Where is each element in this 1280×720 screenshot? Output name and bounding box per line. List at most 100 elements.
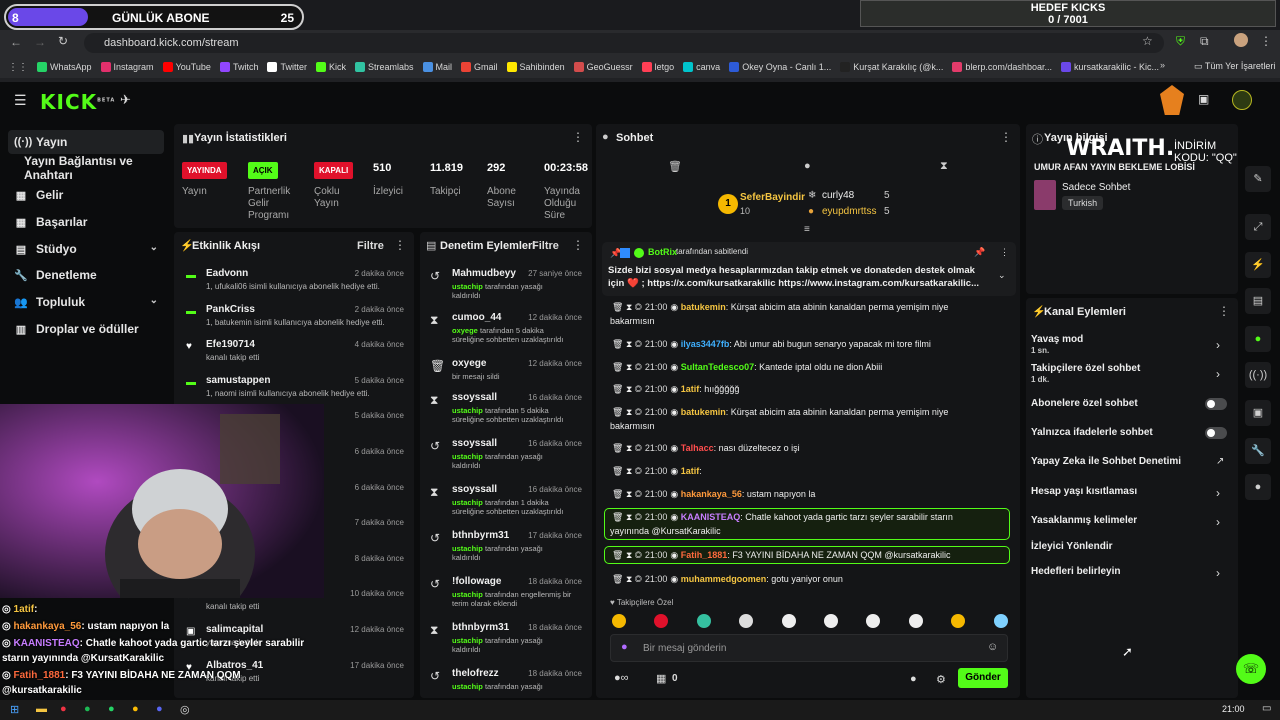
notes-icon[interactable]: ▤ xyxy=(1245,288,1271,314)
toggle-switch[interactable] xyxy=(1205,427,1227,439)
activity-filter-button[interactable]: Filtre xyxy=(357,240,384,252)
chat-user[interactable]: batukemin xyxy=(681,302,726,312)
pin-icon[interactable]: ✈ xyxy=(120,92,131,108)
chat-message[interactable]: 🗑 ⧗ ◎ 21:00 ◉ KAANISTEAQ: Chatle kahoot ya… xyxy=(612,512,953,523)
timeout-icon[interactable]: ⧗ xyxy=(626,489,635,499)
message-icon[interactable]: ● xyxy=(804,160,811,172)
bookmark-item[interactable]: Okey Oyna - Canlı 1... xyxy=(729,62,831,72)
channel-action-item[interactable]: Yapay Zeka ile Sohbet Denetimi xyxy=(1031,456,1181,467)
category-name[interactable]: Sadece Sohbet xyxy=(1062,182,1130,193)
chat-message[interactable]: 🗑 ⧗ ◎ 21:00 ◉ SultanTedesco07: Kantede ipt… xyxy=(612,362,882,373)
fullscreen-icon[interactable]: ⤢ xyxy=(1245,214,1271,240)
chat-menu-icon[interactable]: ⋮ xyxy=(1000,130,1012,144)
mic-icon[interactable]: ● xyxy=(621,641,628,653)
infinity-icon[interactable]: ●∞ xyxy=(614,672,629,684)
nav-item-2[interactable]: ▦ Gelir xyxy=(8,183,164,207)
expand-chevron-icon[interactable]: ⌄ xyxy=(998,270,1006,281)
bookmark-item[interactable]: WhatsApp xyxy=(37,62,92,72)
moderation-item[interactable]: ⧗ ssoyssall 16 dakika önce ustachip tarafın… xyxy=(420,484,590,528)
emote-icon[interactable] xyxy=(781,614,796,628)
channel-action-item[interactable]: Takipçilere özel sohbet 1 dk. xyxy=(1031,363,1140,384)
bookmark-item[interactable]: Sahibinden xyxy=(506,62,565,72)
emote-icon[interactable] xyxy=(612,614,626,628)
bookmark-item[interactable]: Kurşat Karakılıç (@k... xyxy=(840,62,943,72)
channel-action-item[interactable]: Yalnızca ifadelerle sohbet xyxy=(1031,427,1153,438)
spotify-icon[interactable]: ● xyxy=(84,703,91,715)
moderation-item[interactable]: ↺ thelofrezz 18 dakika önce ustachip tarafı… xyxy=(420,668,590,698)
broadcast-icon[interactable]: ▣ xyxy=(1198,92,1209,106)
chat-message[interactable]: 🗑 ⧗ ◎ 21:00 ◉ Fatih_1881: F3 YAYINI BİDAHA… xyxy=(612,550,951,561)
language-tag[interactable]: Turkish xyxy=(1062,196,1104,210)
moderation-filter-button[interactable]: Filtre xyxy=(532,240,559,252)
emote-icon[interactable] xyxy=(824,614,838,628)
community-icon[interactable]: ● xyxy=(1245,474,1271,500)
nav-item-3[interactable]: ▦ Başarılar xyxy=(8,210,164,234)
moderation-item[interactable]: ↺ ssoyssall 16 dakika önce ustachip tarafın… xyxy=(420,438,590,482)
discord-icon[interactable]: ● xyxy=(156,703,163,715)
timeout-icon[interactable]: ⧗ xyxy=(626,407,635,417)
channel-action-item[interactable]: Yavaş mod 1 sn. xyxy=(1031,334,1083,355)
url-field[interactable]: dashboard.kick.com/stream xyxy=(84,33,1164,53)
leader-3-name[interactable]: eyupdmrttss xyxy=(822,206,876,217)
chevron-right-icon[interactable]: › xyxy=(1216,515,1220,529)
shield-icon[interactable]: ⛨ xyxy=(1176,34,1185,49)
pinned-text[interactable]: Sizde bizi sosyal medya hesaplarımızdan … xyxy=(608,264,988,290)
bookmark-item[interactable]: Gmail xyxy=(461,62,498,72)
timeout-icon[interactable]: ⧗ xyxy=(626,362,635,372)
chat-message[interactable]: 🗑 ⧗ ◎ 21:00 ◉ hakankaya_56: ustam napıyon … xyxy=(612,489,815,500)
channel-action-item[interactable]: Yasaklanmış kelimeler xyxy=(1031,515,1137,526)
quick-actions-icon[interactable]: ⚡ xyxy=(1245,252,1271,278)
chat-user[interactable]: muhammedgoomen xyxy=(681,574,767,584)
kick-logo[interactable]: KICKBETA xyxy=(40,90,115,114)
pinned-menu-icon[interactable]: ⋮ xyxy=(1000,247,1009,258)
emoji-picker-icon[interactable]: ☺ xyxy=(987,641,998,653)
trash-icon[interactable]: 🗑 xyxy=(612,489,626,499)
external-link-icon[interactable]: ↗ xyxy=(1216,456,1224,467)
chat-message[interactable]: 🗑 ⧗ ◎ 21:00 ◉ Talhacc: nası düzeltecez o i… xyxy=(612,443,800,454)
channel-action-item[interactable]: Hedefleri belirleyin xyxy=(1031,566,1120,577)
nav-item-5[interactable]: 🔧 Denetleme xyxy=(8,263,164,287)
chrome-icon[interactable]: ● xyxy=(132,703,139,715)
chat-message[interactable]: 🗑 ⧗ ◎ 21:00 ◉ 1atif: xyxy=(612,466,702,477)
profile-avatar[interactable] xyxy=(1234,33,1248,47)
moderation-menu-icon[interactable]: ⋮ xyxy=(572,238,584,252)
chat-user[interactable]: ilyas3447fb xyxy=(681,339,730,349)
channel-action-item[interactable]: İzleyici Yönlendir xyxy=(1031,541,1113,552)
moderation-item[interactable]: ⧗ ssoyssall 16 dakika önce ustachip tarafın… xyxy=(420,392,590,436)
back-icon[interactable]: ← xyxy=(10,35,22,49)
bookmark-item[interactable]: Streamlabs xyxy=(354,62,414,72)
extensions-icon[interactable]: ⧉ xyxy=(1200,34,1209,49)
menu-icon[interactable]: ⋮ xyxy=(1260,34,1272,48)
trash-icon[interactable]: 🗑 xyxy=(612,466,626,476)
activity-item[interactable]: ▬ Eadvonn 2 dakika önce 1, ufukali06 isimli… xyxy=(174,268,410,302)
bookmark-item[interactable]: blerp.com/dashboar... xyxy=(952,62,1052,72)
hamburger-icon[interactable]: ☰ xyxy=(14,92,27,109)
chevron-right-icon[interactable]: › xyxy=(1216,367,1220,381)
bookmark-item[interactable]: letgo xyxy=(641,62,674,72)
emote-icon[interactable] xyxy=(696,614,711,628)
chat-message[interactable]: 🗑 ⧗ ◎ 21:00 ◉ batukemin: Kürşat abicim ata… xyxy=(612,407,948,418)
forward-icon[interactable]: → xyxy=(34,35,46,49)
chat-user[interactable]: Talhacc xyxy=(681,443,714,453)
nav-item-0[interactable]: ((·)) Yayın xyxy=(8,130,164,154)
trash-icon[interactable]: 🗑 xyxy=(612,339,626,349)
trash-icon[interactable]: 🗑 xyxy=(612,407,626,417)
chat-input[interactable]: ● Bir mesaj gönderin ☺ xyxy=(610,634,1008,662)
emote-icon[interactable] xyxy=(908,614,923,628)
chat-user[interactable]: Fatih_1881 xyxy=(681,550,728,560)
trash-icon[interactable]: 🗑 xyxy=(612,550,626,560)
nav-item-6[interactable]: 👥 Topluluk ⌄ xyxy=(8,290,164,314)
bookmark-item[interactable]: YouTube xyxy=(162,62,211,72)
channel-actions-menu-icon[interactable]: ⋮ xyxy=(1218,304,1230,318)
chat-user[interactable]: 1atif xyxy=(681,384,700,394)
activity-item[interactable]: ▬ PankCriss 2 dakika önce 1, batukemin isim… xyxy=(174,304,410,338)
bookmark-item[interactable]: Kick xyxy=(315,62,346,72)
timeout-icon[interactable]: ⧗ xyxy=(626,574,635,584)
activity-item[interactable]: ♥ Efe190714 4 dakika önce kanalı takip etti xyxy=(174,339,410,373)
all-bookmarks[interactable]: ▭ Tüm Yer İşaretleri xyxy=(1194,61,1275,72)
bookmark-item[interactable]: Twitter xyxy=(267,62,307,72)
timeout-icon[interactable]: ⧗ xyxy=(626,550,635,560)
collapse-icon[interactable]: ≡ xyxy=(804,224,810,235)
bookmark-item[interactable]: Twitch xyxy=(219,62,258,72)
timeout-icon[interactable]: ⧗ xyxy=(626,339,635,349)
